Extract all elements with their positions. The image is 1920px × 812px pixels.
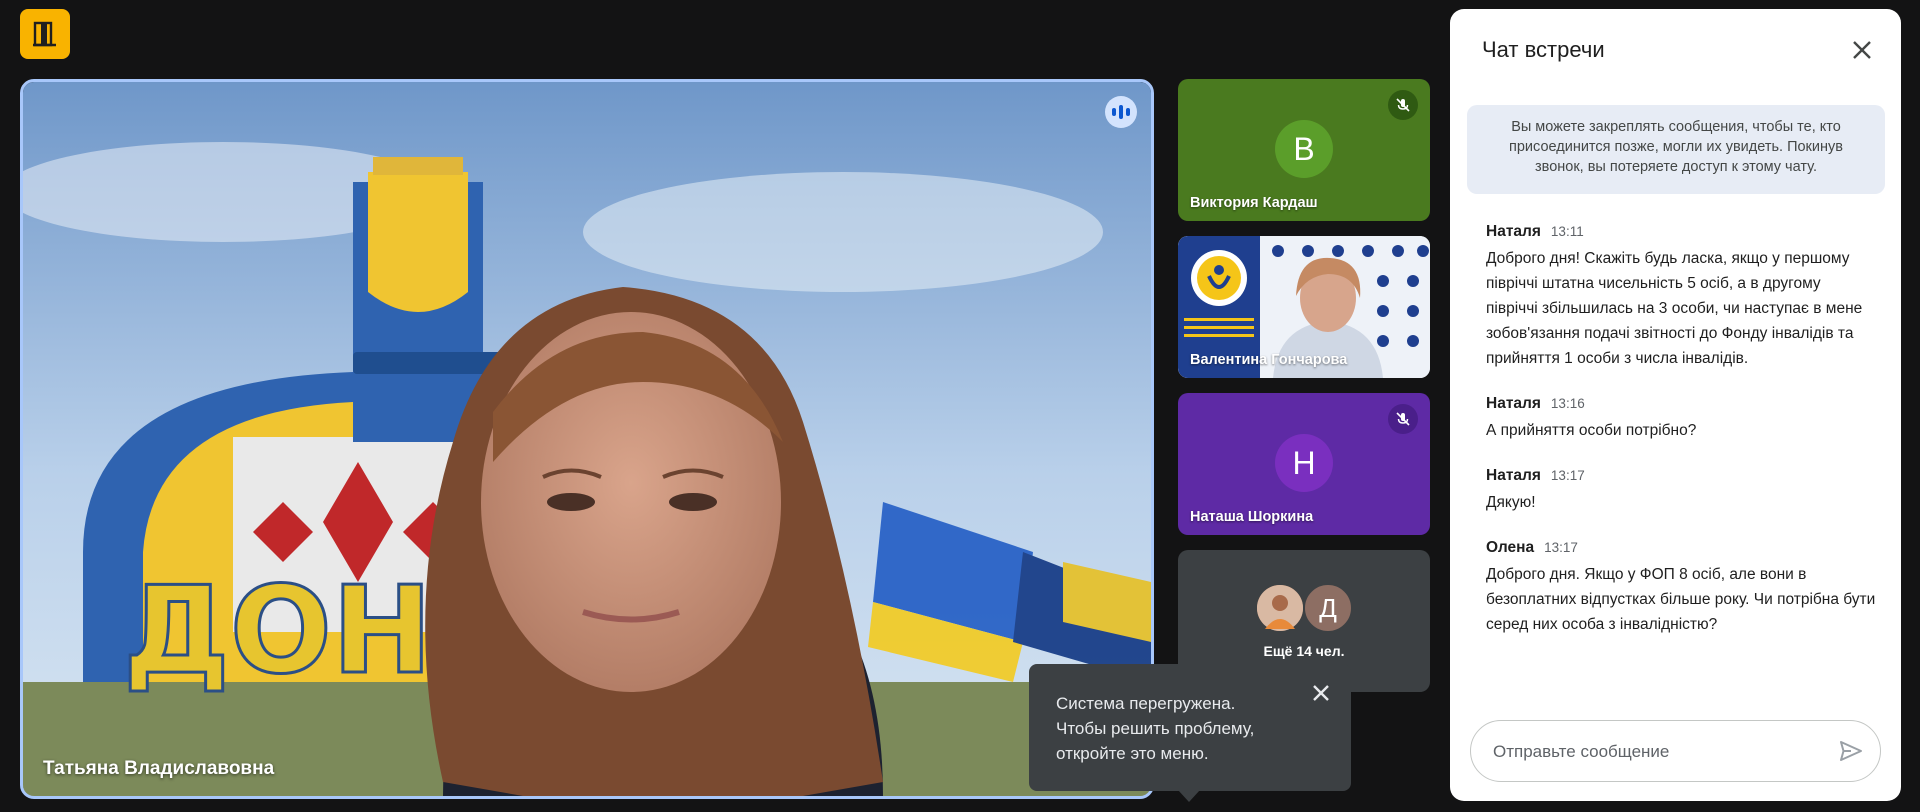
- message-time: 13:17: [1544, 540, 1578, 555]
- chat-message: Наталя 13:17 Дякую!: [1486, 467, 1876, 515]
- mic-off-icon: [1388, 90, 1418, 120]
- message-author: Олена: [1486, 539, 1535, 556]
- tooltip-text: Система перегружена. Чтобы решить пробле…: [1056, 694, 1255, 763]
- chat-title: Чат встречи: [1482, 37, 1605, 62]
- chat-panel: Чат встречи Вы можете закреплять сообщен…: [1450, 9, 1901, 801]
- message-time: 13:16: [1550, 396, 1585, 411]
- main-participant-name: Татьяна Владиславовна: [43, 758, 275, 779]
- message-author: Наталя: [1486, 223, 1541, 240]
- participant-name: Наташа Шоркина: [1190, 509, 1314, 525]
- chat-info-banner: Вы можете закреплять сообщения, чтобы те…: [1467, 105, 1885, 194]
- participant-tile-1[interactable]: В Виктория Кардаш: [1178, 79, 1430, 221]
- chat-message: Олена 13:17 Доброго дня. Якщо у ФОП 8 ос…: [1486, 539, 1876, 637]
- message-time: 13:11: [1550, 224, 1584, 239]
- participant-tile-3[interactable]: Н Наташа Шоркина: [1178, 393, 1430, 535]
- message-text: Дякую!: [1486, 494, 1536, 511]
- video-feed: ДОНЕЦ: [23, 82, 1151, 796]
- message-text: Доброго дня! Скажіть будь ласка, якщо у …: [1486, 250, 1863, 367]
- participant-tile-2[interactable]: Валентина Гончарова: [1178, 236, 1430, 378]
- chat-message: Наталя 13:11 Доброго дня! Скажіть будь л…: [1486, 223, 1876, 371]
- tooltip-tail: [1178, 790, 1200, 802]
- message-text: Доброго дня. Якщо у ФОП 8 осіб, але вони…: [1486, 566, 1876, 633]
- close-icon[interactable]: [1309, 681, 1333, 705]
- overload-tooltip: Система перегружена. Чтобы решить пробле…: [1029, 664, 1351, 791]
- avatar: В: [1275, 120, 1333, 178]
- message-list: Наталя 13:11 Доброго дня! Скажіть будь л…: [1486, 223, 1876, 661]
- participant-name: Валентина Гончарова: [1190, 352, 1348, 368]
- participant-name: Виктория Кардаш: [1190, 195, 1318, 211]
- close-icon[interactable]: [1849, 37, 1875, 63]
- main-video-tile[interactable]: ДОНЕЦ Татьяна Владиславовна: [20, 79, 1154, 799]
- message-text: А прийняття особи потрібно?: [1486, 422, 1697, 439]
- send-icon[interactable]: [1836, 736, 1866, 766]
- exit-door-icon: [33, 21, 56, 47]
- message-time: 13:17: [1550, 468, 1585, 483]
- mic-off-icon: [1388, 404, 1418, 434]
- avatar: [1255, 583, 1305, 633]
- app-logo[interactable]: [20, 9, 70, 59]
- message-author: Наталя: [1486, 467, 1541, 484]
- more-participants-label: Ещё 14 чел.: [1263, 643, 1345, 659]
- chat-message: Наталя 13:16 А прийняття особи потрібно?: [1486, 395, 1876, 443]
- avatar: Д: [1303, 583, 1353, 633]
- message-input[interactable]: [1491, 721, 1815, 783]
- speaking-indicator-icon: [1105, 96, 1137, 128]
- message-input-container: [1470, 720, 1881, 783]
- message-author: Наталя: [1486, 395, 1541, 412]
- avatar: Н: [1275, 434, 1333, 492]
